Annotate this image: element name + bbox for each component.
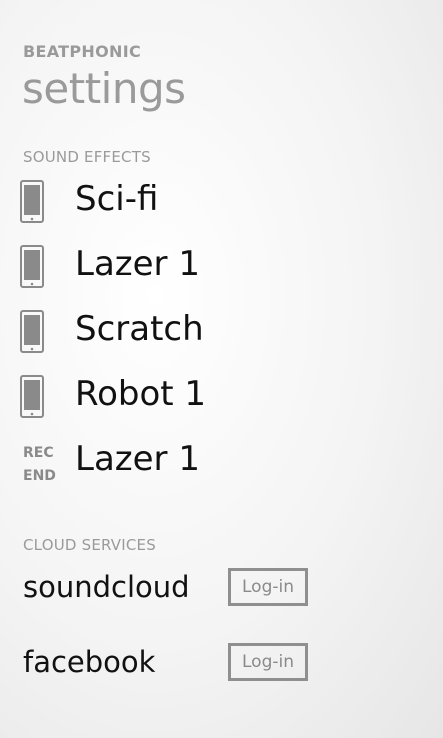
sound-effect-row[interactable]: Lazer 1 xyxy=(18,241,318,297)
cloud-services-header: CLOUD SERVICES xyxy=(23,536,156,554)
rec-end-icon: REC END xyxy=(23,442,63,488)
app-name: BEATPHONIC xyxy=(23,42,141,61)
sound-effect-row[interactable]: Robot 1 xyxy=(18,371,318,427)
service-name: soundcloud xyxy=(23,570,190,604)
phone-icon xyxy=(20,180,44,223)
sound-effect-label: Lazer 1 xyxy=(75,244,200,284)
sound-effect-row[interactable]: Sci-fi xyxy=(18,176,318,232)
sound-effect-label: Sci-fi xyxy=(75,179,159,219)
sound-effect-label: Robot 1 xyxy=(75,374,207,414)
phone-icon xyxy=(20,245,44,288)
service-name: facebook xyxy=(23,645,156,679)
login-button[interactable]: Log-in xyxy=(228,643,308,681)
sound-effect-label: Scratch xyxy=(75,309,204,349)
sound-effect-row[interactable]: Scratch xyxy=(18,306,318,362)
cloud-service-row: soundcloud Log-in xyxy=(23,568,323,614)
cloud-service-row: facebook Log-in xyxy=(23,643,323,689)
sound-effect-row[interactable]: REC END Lazer 1 xyxy=(18,436,318,492)
page-title: settings xyxy=(22,64,186,113)
phone-icon xyxy=(20,375,44,418)
rec-icon-text: REC xyxy=(23,445,54,461)
end-icon-text: END xyxy=(23,468,56,484)
phone-icon xyxy=(20,310,44,353)
sound-effects-header: SOUND EFFECTS xyxy=(23,148,151,166)
login-button[interactable]: Log-in xyxy=(228,568,308,606)
sound-effect-label: Lazer 1 xyxy=(75,439,200,479)
